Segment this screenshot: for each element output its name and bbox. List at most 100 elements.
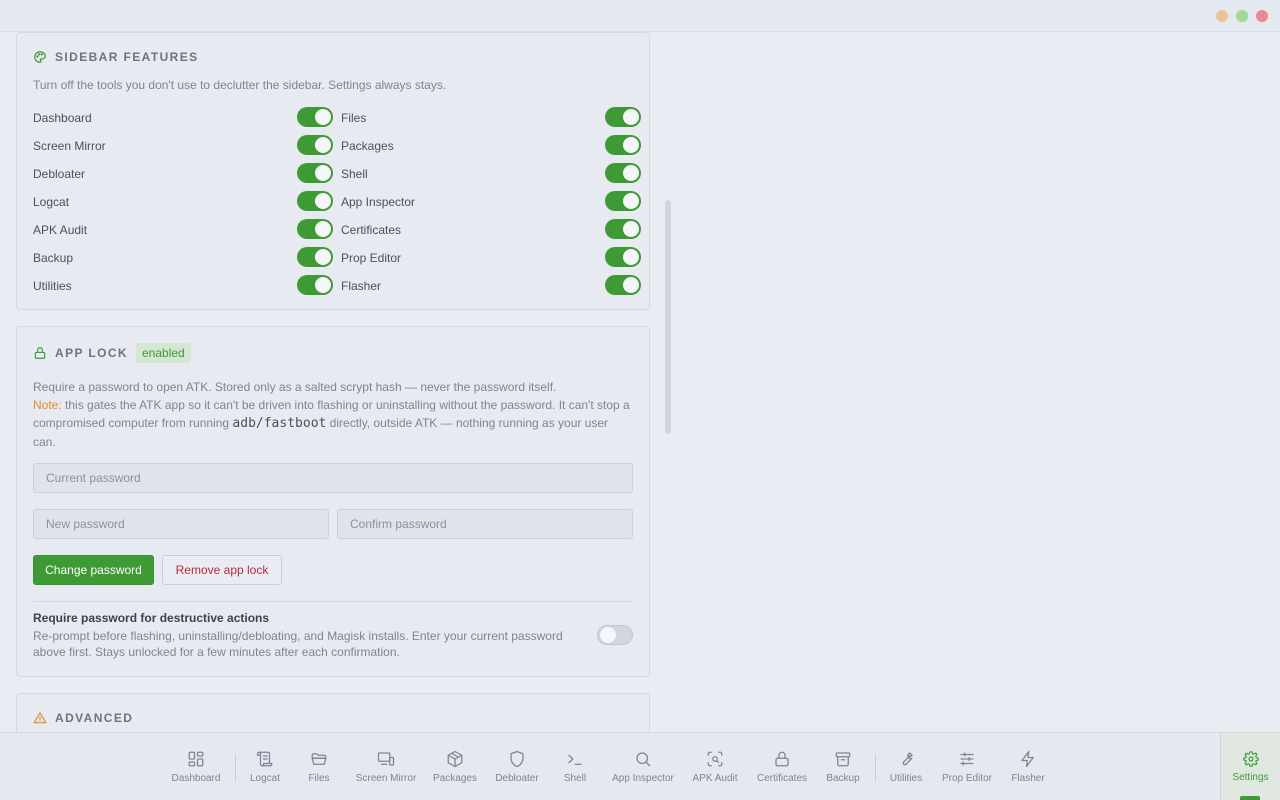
nav-item-packages[interactable]: Packages — [433, 733, 477, 800]
feature-row-screen-mirror: Screen Mirror — [33, 133, 333, 161]
sliders-icon — [960, 752, 974, 766]
palette-icon — [34, 51, 46, 63]
nav-item-apk-audit[interactable]: APK Audit — [690, 733, 740, 800]
feature-label: Certificates — [341, 223, 402, 237]
sidebar-features-title: SIDEBAR FEATURES — [55, 50, 199, 64]
dashboard-icon — [188, 751, 204, 767]
lock-icon — [775, 751, 789, 767]
nav-item-screen-mirror[interactable]: Screen Mirror — [353, 733, 419, 800]
feature-label: APK Audit — [33, 223, 88, 237]
nav-item-backup[interactable]: Backup — [824, 733, 862, 800]
nav-separator — [235, 754, 236, 782]
nav-item-dashboard[interactable]: Dashboard — [171, 733, 221, 800]
feature-label: Shell — [341, 167, 368, 181]
toggle-dashboard[interactable] — [297, 107, 333, 127]
app-lock-header: APP LOCK enabled — [33, 343, 191, 363]
nav-label: Settings — [1232, 772, 1269, 783]
confirm-password-input[interactable] — [337, 509, 633, 539]
archive-icon — [835, 752, 851, 767]
feature-row-files: Files — [341, 105, 641, 133]
active-indicator — [1240, 796, 1260, 800]
sidebar-features-description: Turn off the tools you don't use to decl… — [33, 78, 447, 92]
toggle-packages[interactable] — [605, 135, 641, 155]
toggle-apk-audit[interactable] — [297, 219, 333, 239]
terminal-icon — [568, 754, 582, 765]
toggle-certificates[interactable] — [605, 219, 641, 239]
toggle-backup[interactable] — [297, 247, 333, 267]
new-password-input[interactable] — [33, 509, 329, 539]
toggle-prop-editor[interactable] — [605, 247, 641, 267]
feature-row-app-inspector: App Inspector — [341, 189, 641, 217]
feature-row-utilities: Utilities — [33, 273, 333, 301]
nav-separator — [875, 754, 876, 782]
feature-label: Flasher — [341, 279, 382, 293]
features-left-column: Dashboard Screen Mirror Debloater Logcat… — [33, 105, 333, 301]
toggle-utilities[interactable] — [297, 275, 333, 295]
divider — [33, 601, 633, 602]
toggle-shell[interactable] — [605, 163, 641, 183]
advanced-title: ADVANCED — [55, 711, 134, 725]
feature-label: Logcat — [33, 195, 70, 209]
feature-row-logcat: Logcat — [33, 189, 333, 217]
feature-row-certificates: Certificates — [341, 217, 641, 245]
destructive-actions-title: Require password for destructive actions — [33, 611, 270, 625]
folder-icon — [311, 753, 327, 765]
nav-item-utilities[interactable]: Utilities — [886, 733, 926, 800]
advanced-card: ADVANCED — [16, 693, 650, 732]
scrollbar-thumb[interactable] — [665, 200, 671, 434]
feature-row-packages: Packages — [341, 133, 641, 161]
current-password-input[interactable] — [33, 463, 633, 493]
nav-item-shell[interactable]: Shell — [558, 733, 592, 800]
wrench-icon — [902, 752, 913, 766]
sidebar-features-header: SIDEBAR FEATURES — [33, 47, 199, 67]
toggle-app-inspector[interactable] — [605, 191, 641, 211]
status-badge: enabled — [136, 343, 191, 363]
feature-row-shell: Shell — [341, 161, 641, 189]
toggle-files[interactable] — [605, 107, 641, 127]
remove-app-lock-button[interactable]: Remove app lock — [162, 555, 282, 585]
destructive-actions-description: Re-prompt before flashing, uninstalling/… — [33, 629, 563, 659]
nav-label: Certificates — [756, 773, 807, 784]
toggle-screen-mirror[interactable] — [297, 135, 333, 155]
feature-label: Utilities — [33, 279, 72, 293]
nav-item-logcat[interactable]: Logcat — [245, 733, 285, 800]
nav-label: Flasher — [1011, 773, 1045, 784]
app-lock-card: APP LOCK enabled Require a password to o… — [16, 326, 650, 677]
nav-label: Utilities — [889, 773, 923, 784]
scan-icon — [707, 751, 723, 767]
gear-icon — [1242, 751, 1259, 767]
toggle-debloater[interactable] — [297, 163, 333, 183]
search-icon — [636, 752, 651, 767]
package-icon — [447, 750, 463, 768]
toggle-logcat[interactable] — [297, 191, 333, 211]
minimize-button[interactable] — [1216, 10, 1228, 22]
maximize-button[interactable] — [1236, 10, 1248, 22]
nav-label: Screen Mirror — [355, 773, 417, 784]
feature-row-backup: Backup — [33, 245, 333, 273]
feature-row-prop-editor: Prop Editor — [341, 245, 641, 273]
feature-row-debloater: Debloater — [33, 161, 333, 189]
screen-mirror-icon — [377, 752, 395, 766]
nav-item-flasher[interactable]: Flasher — [1009, 733, 1047, 800]
advanced-header: ADVANCED — [33, 708, 133, 728]
feature-label: Debloater — [33, 167, 86, 181]
nav-item-prop-editor[interactable]: Prop Editor — [940, 733, 994, 800]
nav-label: App Inspector — [612, 773, 674, 784]
feature-label: Packages — [341, 139, 394, 153]
nav-item-files[interactable]: Files — [301, 733, 337, 800]
nav-label: Dashboard — [171, 773, 221, 784]
nav-item-debloater[interactable]: Debloater — [493, 733, 541, 800]
change-password-button[interactable]: Change password — [33, 555, 154, 585]
nav-label: Files — [308, 773, 330, 784]
bolt-icon — [1021, 750, 1034, 768]
note-label: Note: — [33, 398, 62, 412]
nav-item-app-inspector[interactable]: App Inspector — [609, 733, 677, 800]
feature-label: Files — [341, 111, 367, 125]
toggle-flasher[interactable] — [605, 275, 641, 295]
feature-row-flasher: Flasher — [341, 273, 641, 301]
nav-item-certificates[interactable]: Certificates — [754, 733, 810, 800]
app-lock-desc-line1: Require a password to open ATK. Stored o… — [33, 380, 557, 394]
toggle-destructive-actions[interactable] — [597, 625, 633, 645]
close-button[interactable] — [1256, 10, 1268, 22]
nav-item-settings[interactable]: Settings — [1220, 733, 1280, 800]
